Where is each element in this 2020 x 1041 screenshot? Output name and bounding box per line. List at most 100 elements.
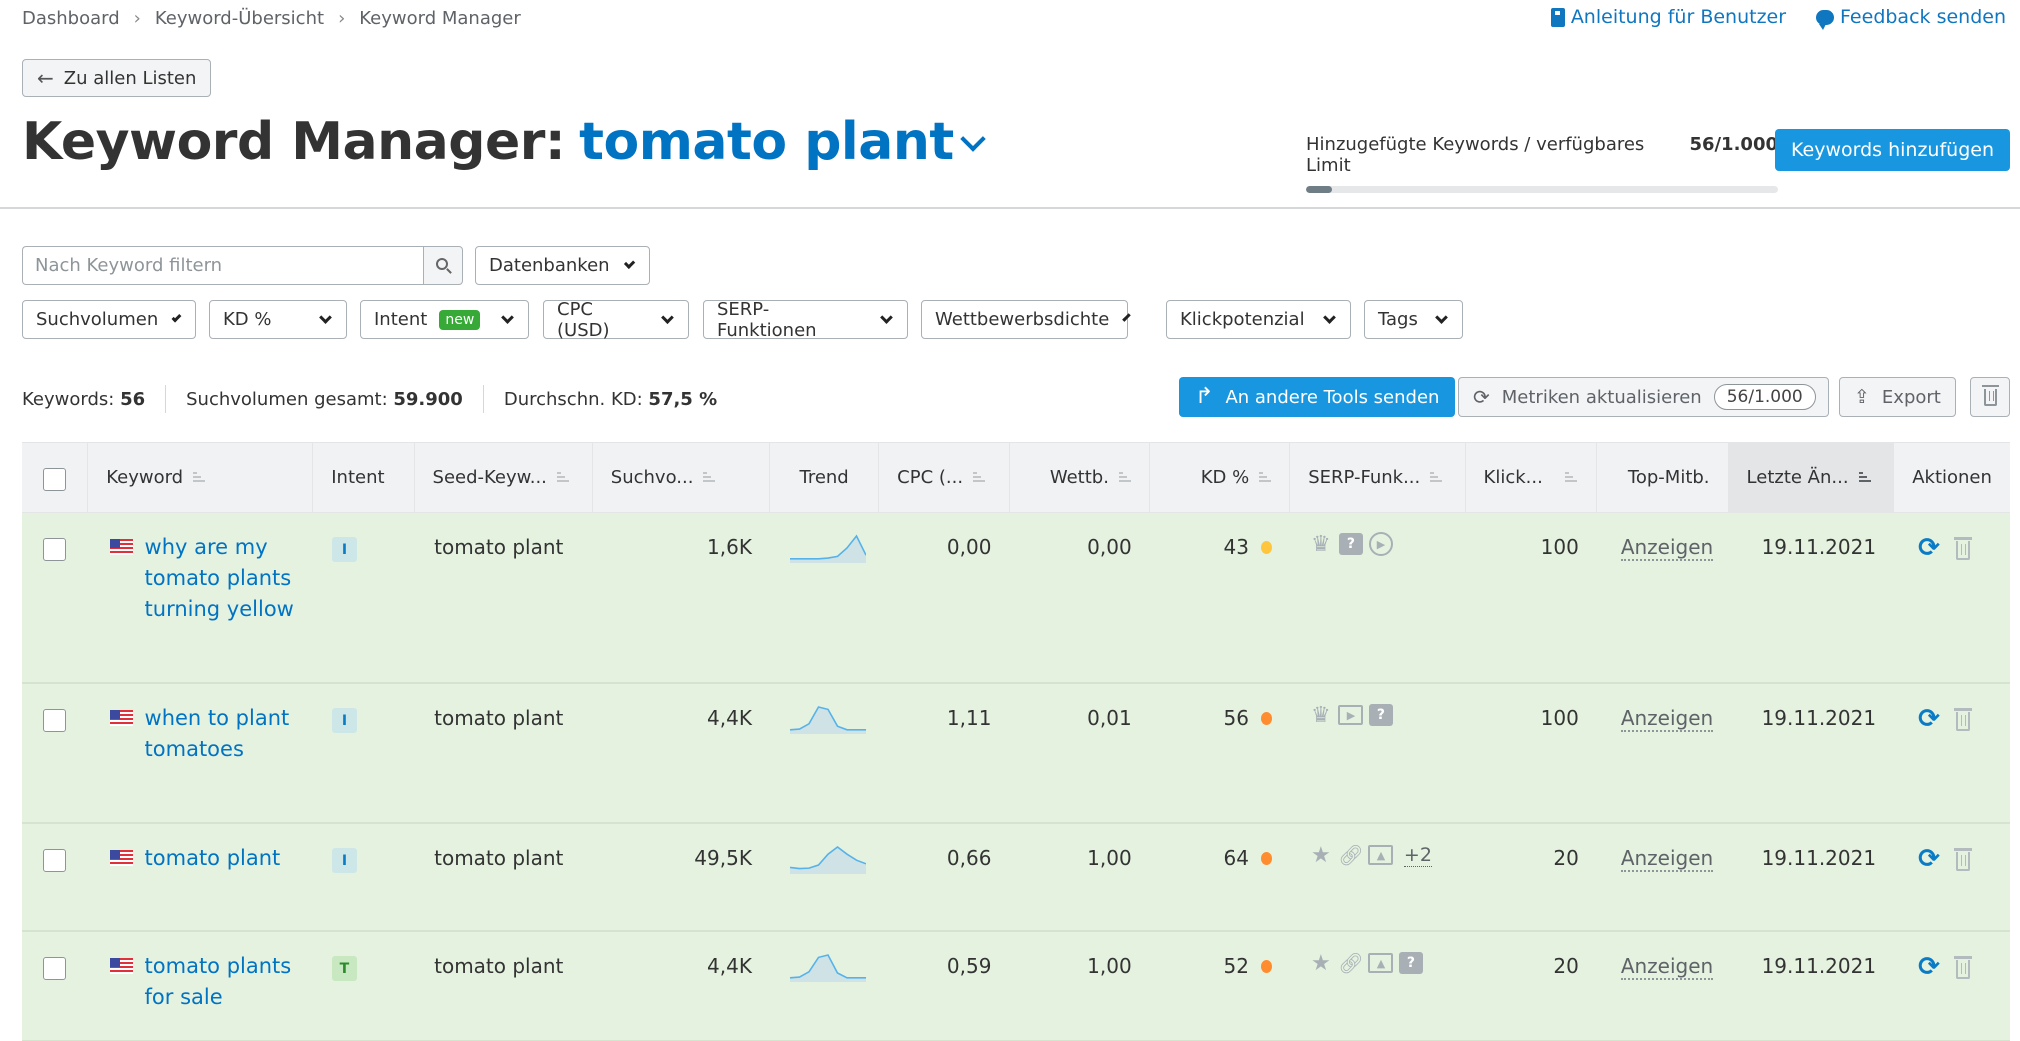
us-flag-icon — [109, 958, 133, 974]
refresh-icon[interactable]: ⟳ — [1918, 954, 1940, 980]
col-seed-keyword[interactable]: Seed-Keyw... — [415, 443, 593, 512]
add-keywords-button[interactable]: Keywords hinzufügen — [1775, 129, 2010, 171]
select-all-checkbox[interactable] — [43, 467, 67, 491]
filter-serp-features[interactable]: SERP-Funktionen — [703, 299, 908, 341]
show-competitors-link[interactable]: Anzeigen — [1620, 535, 1714, 561]
table-row: when to plant tomatoes Itomato plant 4,4K 1… — [22, 684, 2010, 824]
chevron-down-icon[interactable] — [959, 126, 986, 152]
book-icon — [1550, 7, 1565, 27]
chevron-down-icon — [319, 310, 332, 324]
kd-difficulty-dot — [1260, 541, 1272, 554]
trash-icon[interactable] — [1953, 707, 1972, 731]
filter-kd[interactable]: KD % — [209, 300, 347, 339]
breadcrumb-dashboard[interactable]: Dashboard — [22, 8, 120, 29]
kd-value: 64 — [1223, 846, 1249, 870]
delete-button[interactable] — [1970, 377, 2010, 417]
sort-icon — [193, 472, 206, 483]
seed-keyword-cell: tomato plant — [434, 954, 564, 978]
col-competition[interactable]: Wettb. — [1010, 443, 1150, 512]
actions-cell: ⟳ — [1894, 824, 2010, 930]
upload-icon: ⇪ — [1854, 386, 1870, 408]
table-header: Keyword Intent Seed-Keyw... Suchvo... Tr… — [22, 442, 2010, 513]
export-button[interactable]: ⇪ Export — [1839, 377, 1956, 417]
intent-cell: T — [313, 932, 414, 1040]
serp-more-link[interactable]: +2 — [1403, 844, 1432, 867]
filter-competition[interactable]: Wettbewerbsdichte — [921, 300, 1132, 339]
serp-features-cell: ♛? ▶ — [1290, 513, 1465, 682]
separator — [482, 385, 484, 413]
filter-label: CPC (USD) — [557, 298, 610, 341]
row-select-cell — [22, 932, 88, 1040]
page-title: Keyword Manager: tomato plant — [22, 112, 986, 172]
keyword-link[interactable]: why are my tomato plants turning yellow — [145, 532, 313, 625]
update-metrics-button[interactable]: ⟳ Metriken aktualisieren 56/1.000 — [1458, 377, 1829, 417]
page-title-prefix: Keyword Manager: — [22, 112, 566, 172]
filter-label: Wettbewerbsdichte — [935, 309, 1110, 330]
serp-features-cell: ♛ ▶? — [1290, 684, 1465, 822]
last-updated-cell: 19.11.2021 — [1761, 706, 1877, 730]
breadcrumb-keyword-overview[interactable]: Keyword-Übersicht — [155, 8, 324, 29]
col-search-volume[interactable]: Suchvo... — [593, 443, 771, 512]
col-keyword[interactable]: Keyword — [88, 443, 314, 512]
send-to-tools-label: An andere Tools senden — [1225, 386, 1440, 408]
new-badge: new — [439, 309, 481, 330]
cpc-cell: 1,11 — [946, 706, 992, 730]
filter-label: Suchvolumen — [36, 309, 159, 330]
row-checkbox[interactable] — [43, 957, 67, 980]
search-button[interactable] — [423, 246, 463, 285]
back-to-lists-button[interactable]: ← Zu allen Listen — [22, 59, 212, 97]
refresh-icon[interactable]: ⟳ — [1918, 846, 1940, 872]
trash-icon[interactable] — [1953, 536, 1972, 560]
keyword-link[interactable]: tomato plant — [145, 843, 281, 874]
keyword-cell: when to plant tomatoes — [88, 684, 313, 822]
keyword-link[interactable]: tomato plants for sale — [145, 951, 313, 1013]
filter-tags[interactable]: Tags — [1364, 300, 1463, 339]
star-icon: ★ — [1311, 950, 1331, 976]
faq-icon: ? — [1368, 702, 1394, 728]
competition-cell: 0,00 — [1087, 535, 1132, 559]
filter-search-volume[interactable]: Suchvolumen — [22, 300, 196, 339]
chevron-right-icon: › — [338, 8, 346, 29]
refresh-icon[interactable]: ⟳ — [1918, 535, 1940, 561]
feedback-link[interactable]: Feedback senden — [1816, 6, 2006, 30]
col-trend: Trend — [770, 443, 880, 512]
row-checkbox[interactable] — [43, 538, 67, 561]
search-volume-cell: 49,5K — [694, 846, 752, 870]
show-competitors-link[interactable]: Anzeigen — [1620, 706, 1714, 732]
databases-label: Datenbanken — [489, 255, 610, 276]
databases-dropdown[interactable]: Datenbanken — [475, 246, 650, 285]
filter-click-potential[interactable]: Klickpotenzial — [1166, 300, 1351, 339]
top-competitors-cell: Anzeigen — [1597, 824, 1729, 930]
col-kd[interactable]: KD % — [1150, 443, 1291, 512]
row-checkbox[interactable] — [43, 849, 67, 872]
filter-cpc[interactable]: CPC (USD) — [543, 298, 689, 341]
col-click-potential[interactable]: Klick... — [1466, 443, 1598, 512]
col-last-updated[interactable]: Letzte Än... — [1728, 443, 1895, 512]
chevron-down-icon — [1323, 310, 1336, 324]
user-guide-link[interactable]: Anleitung für Benutzer — [1550, 6, 1786, 28]
sort-icon — [1858, 472, 1871, 483]
col-actions: Aktionen — [1912, 467, 1992, 488]
col-serp-features[interactable]: SERP-Funk... — [1290, 443, 1466, 512]
sort-icon — [556, 472, 569, 483]
speech-bubble-icon — [1816, 9, 1835, 30]
search-icon — [435, 258, 448, 270]
filter-intent[interactable]: Intent new — [360, 300, 529, 339]
show-competitors-link[interactable]: Anzeigen — [1620, 846, 1714, 872]
keyword-link[interactable]: when to plant tomatoes — [145, 703, 313, 765]
show-competitors-link[interactable]: Anzeigen — [1620, 954, 1714, 980]
sort-icon — [973, 472, 986, 483]
list-selector[interactable]: tomato plant — [579, 112, 954, 172]
trash-icon[interactable] — [1953, 847, 1972, 871]
row-select-cell — [22, 513, 88, 682]
refresh-icon[interactable]: ⟳ — [1918, 706, 1940, 732]
col-cpc[interactable]: CPC (... — [879, 443, 1010, 512]
keyword-filter-input[interactable] — [22, 246, 423, 285]
actions-cell: ⟳ — [1894, 513, 2010, 682]
trash-icon[interactable] — [1953, 955, 1972, 979]
row-checkbox[interactable] — [43, 709, 67, 732]
send-to-tools-button[interactable]: ↱ An andere Tools senden — [1179, 377, 1456, 417]
trend-sparkline — [789, 845, 866, 874]
intent-badge: T — [331, 956, 357, 981]
kd-difficulty-dot — [1260, 960, 1272, 973]
